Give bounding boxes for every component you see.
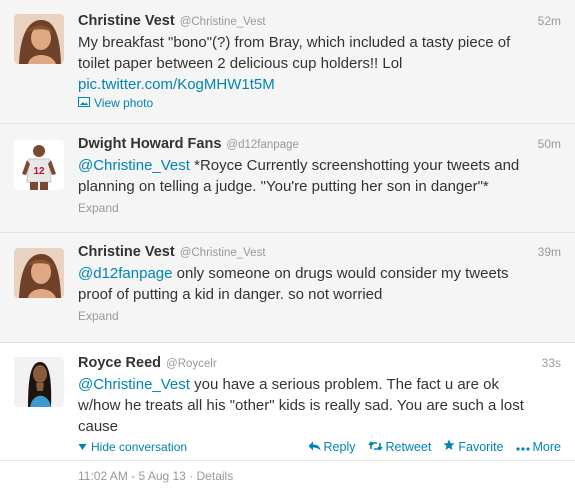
avatar[interactable] — [14, 357, 64, 407]
tweet-timestamp-details[interactable]: 11:02 AM - 5 Aug 13 · Details — [78, 469, 233, 483]
reply-button[interactable]: Reply — [308, 440, 356, 454]
view-photo-label: View photo — [94, 96, 154, 110]
tweet-header: Christine Vest @Christine_Vest 52m — [78, 13, 561, 31]
fullname[interactable]: Christine Vest @Christine_Vest — [78, 13, 266, 29]
username[interactable]: @d12fanpage — [226, 139, 298, 151]
tweet-text: My breakfast "bono"(?) from Bray, which … — [78, 32, 566, 95]
more-dots-icon — [515, 440, 530, 454]
svg-text:12: 12 — [33, 166, 45, 177]
tweet-text: @d12fanpage only someone on drugs would … — [78, 263, 566, 305]
favorite-button[interactable]: Favorite — [443, 439, 504, 454]
conversation-icon — [78, 440, 87, 454]
expand-link[interactable]: Expand — [78, 201, 119, 215]
tweet-item[interactable]: Christine Vest @Christine_Vest 39m @d12fa… — [0, 233, 575, 343]
retweet-button[interactable]: Retweet — [367, 439, 432, 454]
photo-link[interactable]: pic.twitter.com/KogMHW1t5M — [78, 74, 566, 95]
avatar[interactable]: 12 — [14, 140, 64, 190]
tweet-feed: Christine Vest @Christine_Vest 52m My bre… — [0, 0, 575, 494]
fullname[interactable]: Dwight Howard Fans @d12fanpage — [78, 136, 299, 152]
mention-link[interactable]: @Christine_Vest — [78, 157, 190, 174]
username[interactable]: @Christine_Vest — [180, 16, 266, 28]
tweet-text-line: proof of putting a kid in danger. so not… — [78, 286, 383, 303]
tweet-time[interactable]: 50m — [538, 137, 561, 151]
tweet-item[interactable]: 12 Dwight Howard Fans @d12fanpage 50m @Ch… — [0, 124, 575, 233]
divider — [0, 460, 575, 461]
tweet-header: Royce Reed @Roycelr 33s — [78, 355, 561, 373]
tweet-time[interactable]: 52m — [538, 14, 561, 28]
star-icon — [443, 439, 455, 454]
tweet-text-line: @Christine_Vest *Royce Currently screens… — [78, 157, 520, 174]
tweet-text-line: @Christine_Vest you have a serious probl… — [78, 376, 500, 393]
tweet-item[interactable]: Christine Vest @Christine_Vest 52m My bre… — [0, 0, 575, 124]
tweet-text-line: planning on telling a judge. "You're put… — [78, 178, 489, 195]
username[interactable]: @Roycelr — [166, 358, 217, 370]
fullname[interactable]: Christine Vest @Christine_Vest — [78, 244, 266, 260]
photo-icon — [78, 96, 90, 110]
mention-link[interactable]: @Christine_Vest — [78, 376, 190, 393]
avatar[interactable] — [14, 14, 64, 64]
tweet-text-line: toilet paper between 2 delicious cup hol… — [78, 55, 403, 72]
favorite-label: Favorite — [458, 439, 504, 454]
tweet-text-line: @d12fanpage only someone on drugs would … — [78, 265, 509, 282]
retweet-label: Retweet — [385, 439, 432, 454]
tweet-item-expanded[interactable]: Royce Reed @Roycelr 33s @Christine_Vest y… — [0, 343, 575, 494]
username[interactable]: @Christine_Vest — [180, 247, 266, 259]
tweet-text-line: w/how he treats all his "other" kids is … — [78, 397, 524, 414]
expand-link[interactable]: Expand — [78, 309, 119, 323]
mention-link[interactable]: @d12fanpage — [78, 265, 172, 282]
more-label: More — [532, 439, 561, 454]
hide-conversation-label: Hide conversation — [91, 440, 188, 454]
tweet-text-line: cause — [78, 418, 119, 435]
hide-conversation-button[interactable]: Hide conversation — [78, 440, 187, 454]
tweet-text: @Christine_Vest you have a serious probl… — [78, 374, 566, 437]
more-button[interactable]: More — [515, 439, 561, 454]
tweet-text: @Christine_Vest *Royce Currently screens… — [78, 155, 566, 197]
tweet-header: Dwight Howard Fans @d12fanpage 50m — [78, 136, 561, 154]
view-photo-button[interactable]: View photo — [78, 96, 153, 110]
tweet-time[interactable]: 39m — [538, 245, 561, 259]
retweet-icon — [367, 440, 383, 454]
reply-icon — [308, 440, 321, 454]
avatar[interactable] — [14, 248, 64, 298]
tweet-header: Christine Vest @Christine_Vest 39m — [78, 244, 561, 262]
reply-label: Reply — [323, 439, 356, 454]
tweet-text-line: My breakfast "bono"(?) from Bray, which … — [78, 34, 511, 51]
tweet-time[interactable]: 33s — [542, 356, 561, 370]
tweet-actions: Reply Retweet Favorite More — [308, 439, 561, 454]
fullname[interactable]: Royce Reed @Roycelr — [78, 355, 217, 371]
